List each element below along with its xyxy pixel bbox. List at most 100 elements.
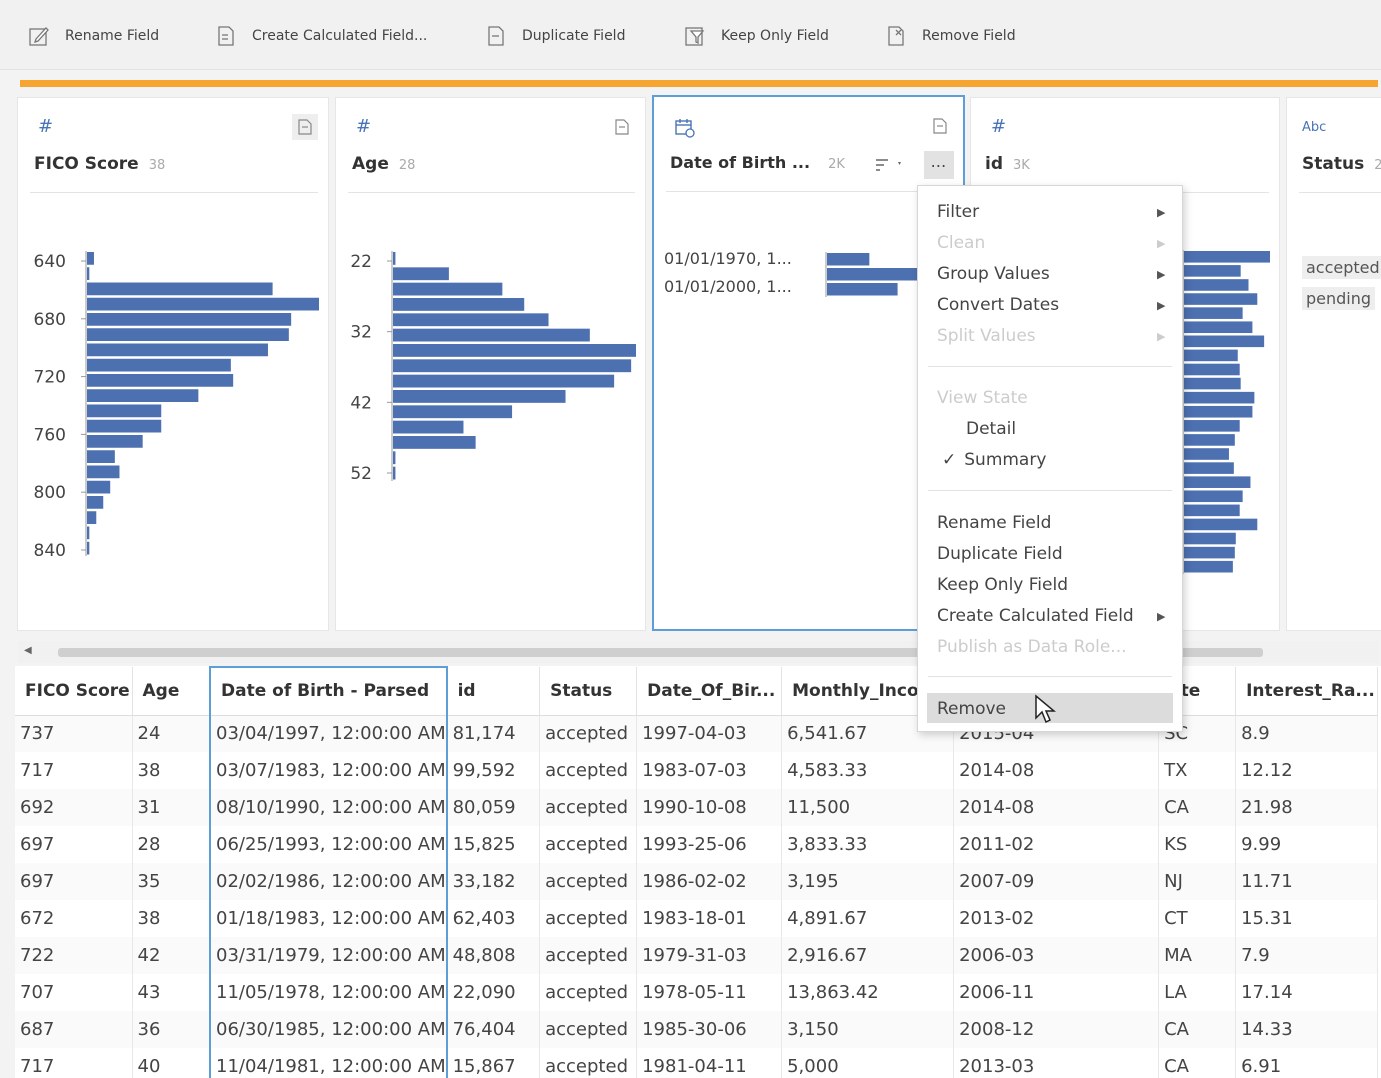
histogram-bar[interactable] bbox=[87, 465, 120, 479]
menu-convert-dates[interactable]: Convert Dates ▶ bbox=[937, 295, 1165, 315]
table-cell[interactable]: 02/02/1986, 12:00:00 AM bbox=[209, 863, 448, 900]
histogram-bar[interactable] bbox=[393, 466, 396, 480]
table-cell[interactable]: LA bbox=[1158, 974, 1237, 1011]
table-cell[interactable]: 2014-08 bbox=[953, 789, 1160, 826]
table-cell[interactable]: 03/07/1983, 12:00:00 AM bbox=[209, 752, 448, 789]
menu-rename-field[interactable]: Rename Field bbox=[937, 513, 1051, 533]
table-cell[interactable]: 62,403 bbox=[446, 900, 541, 937]
table-cell[interactable]: 06/30/1985, 12:00:00 AM bbox=[209, 1011, 448, 1048]
table-cell[interactable]: 11/05/1978, 12:00:00 AM bbox=[209, 974, 448, 1011]
table-cell[interactable]: 5,000 bbox=[781, 1048, 955, 1078]
histogram-bar[interactable] bbox=[87, 282, 273, 296]
table-cell[interactable]: CA bbox=[1158, 1011, 1237, 1048]
table-cell[interactable]: 2013-02 bbox=[953, 900, 1160, 937]
histogram-bar[interactable] bbox=[1184, 462, 1234, 474]
table-cell[interactable]: 33,182 bbox=[446, 863, 541, 900]
histogram-bar[interactable] bbox=[87, 328, 289, 341]
histogram-bar[interactable] bbox=[1184, 293, 1258, 305]
table-cell[interactable]: 2011-02 bbox=[953, 826, 1160, 863]
rename-field-button[interactable]: Rename Field bbox=[27, 22, 159, 50]
menu-remove[interactable]: Remove bbox=[937, 699, 1006, 719]
menu-filter[interactable]: Filter ▶ bbox=[937, 202, 1165, 222]
histogram-bar[interactable] bbox=[1184, 251, 1270, 263]
table-cell[interactable]: 28 bbox=[132, 826, 211, 863]
scroll-left-icon[interactable]: ◀ bbox=[24, 645, 32, 656]
create-calculated-field-button[interactable]: Create Calculated Field... bbox=[214, 22, 427, 50]
histogram-bar[interactable] bbox=[87, 435, 143, 448]
duplicate-field-button[interactable]: Duplicate Field bbox=[484, 22, 625, 50]
table-cell[interactable]: 38 bbox=[132, 752, 211, 789]
histogram-bar[interactable] bbox=[393, 359, 632, 373]
table-cell[interactable]: accepted bbox=[539, 715, 638, 752]
histogram-bar[interactable] bbox=[1184, 546, 1235, 559]
category-value[interactable]: pending bbox=[1302, 287, 1376, 310]
table-cell[interactable]: 8.9 bbox=[1235, 715, 1379, 752]
column-header[interactable]: Age bbox=[132, 667, 211, 716]
histogram-bar[interactable] bbox=[393, 374, 615, 388]
histogram-bar[interactable] bbox=[393, 328, 590, 342]
table-cell[interactable]: 4,583.33 bbox=[781, 752, 955, 789]
table-cell[interactable]: 3,150 bbox=[781, 1011, 955, 1048]
column-header[interactable]: Interest_Ra... bbox=[1235, 667, 1379, 716]
histogram-bar[interactable] bbox=[1184, 560, 1233, 573]
table-cell[interactable]: 2006-03 bbox=[953, 937, 1160, 974]
table-cell[interactable]: accepted bbox=[539, 974, 638, 1011]
histogram-bar[interactable] bbox=[1184, 420, 1240, 432]
histogram-bar[interactable] bbox=[393, 436, 476, 449]
keep-only-field-button[interactable]: Keep Only Field bbox=[683, 22, 829, 50]
table-cell[interactable]: 1997-04-03 bbox=[636, 715, 783, 752]
table-cell[interactable]: KS bbox=[1158, 826, 1237, 863]
histogram-bar[interactable] bbox=[1184, 377, 1241, 390]
profile-card-fico-score[interactable]: # FICO Score 38 640 680 720 760 800 840 bbox=[17, 97, 329, 631]
table-cell[interactable]: accepted bbox=[539, 1011, 638, 1048]
table-cell[interactable]: CT bbox=[1158, 900, 1237, 937]
histogram-bar[interactable] bbox=[1184, 363, 1240, 376]
table-cell[interactable]: 697 bbox=[15, 863, 133, 900]
table-cell[interactable]: 11,500 bbox=[781, 789, 955, 826]
column-header[interactable]: Date of Birth - Parsed bbox=[209, 666, 448, 716]
table-cell[interactable]: 14.33 bbox=[1235, 1011, 1379, 1048]
profile-card-age[interactable]: # Age 28 22 32 42 52 bbox=[335, 97, 646, 631]
histogram-bar[interactable] bbox=[87, 389, 199, 402]
histogram-bar[interactable] bbox=[87, 480, 111, 494]
table-cell[interactable]: 99,592 bbox=[446, 752, 541, 789]
histogram-bar[interactable] bbox=[87, 511, 97, 524]
histogram-bar[interactable] bbox=[393, 298, 525, 311]
histogram-bar[interactable] bbox=[1184, 490, 1243, 503]
table-cell[interactable]: 4,891.67 bbox=[781, 900, 955, 937]
table-cell[interactable]: 717 bbox=[15, 1048, 133, 1078]
histogram-bar[interactable] bbox=[87, 526, 90, 540]
table-cell[interactable]: MA bbox=[1158, 937, 1237, 974]
table-cell[interactable]: 38 bbox=[132, 900, 211, 937]
histogram-bar[interactable] bbox=[393, 313, 549, 327]
histogram-bar[interactable] bbox=[393, 282, 503, 296]
table-cell[interactable]: 17.14 bbox=[1235, 974, 1379, 1011]
histogram-bar[interactable] bbox=[393, 252, 396, 265]
histogram-bar[interactable] bbox=[87, 252, 94, 265]
table-cell[interactable]: 1993-25-06 bbox=[636, 826, 783, 863]
table-cell[interactable]: 43 bbox=[132, 974, 211, 1011]
histogram-bar[interactable] bbox=[1184, 532, 1236, 545]
menu-detail[interactable]: Detail bbox=[966, 419, 1016, 439]
histogram-bar[interactable] bbox=[827, 283, 898, 296]
table-cell[interactable]: accepted bbox=[539, 789, 638, 826]
menu-create-calculated-field[interactable]: Create Calculated Field ▶ bbox=[937, 606, 1165, 626]
table-cell[interactable]: 3,833.33 bbox=[781, 826, 955, 863]
table-cell[interactable]: 1979-31-03 bbox=[636, 937, 783, 974]
menu-duplicate-field[interactable]: Duplicate Field bbox=[937, 544, 1063, 564]
histogram-bar[interactable] bbox=[1184, 476, 1251, 488]
column-header[interactable]: Date_Of_Bir... bbox=[636, 667, 783, 716]
table-cell[interactable]: CA bbox=[1158, 1048, 1237, 1078]
table-cell[interactable]: 2007-09 bbox=[953, 863, 1160, 900]
table-cell[interactable]: 08/10/1990, 12:00:00 AM bbox=[209, 789, 448, 826]
table-cell[interactable]: 06/25/1993, 12:00:00 AM bbox=[209, 826, 448, 863]
table-cell[interactable]: 1986-02-02 bbox=[636, 863, 783, 900]
table-cell[interactable]: 15.31 bbox=[1235, 900, 1379, 937]
table-cell[interactable]: 15,825 bbox=[446, 826, 541, 863]
menu-summary[interactable]: ✓ Summary bbox=[942, 450, 1046, 470]
table-cell[interactable]: accepted bbox=[539, 863, 638, 900]
table-cell[interactable]: 03/31/1979, 12:00:00 AM bbox=[209, 937, 448, 974]
table-cell[interactable]: 687 bbox=[15, 1011, 133, 1048]
histogram-bar[interactable] bbox=[87, 343, 268, 357]
table-cell[interactable]: TX bbox=[1158, 752, 1237, 789]
